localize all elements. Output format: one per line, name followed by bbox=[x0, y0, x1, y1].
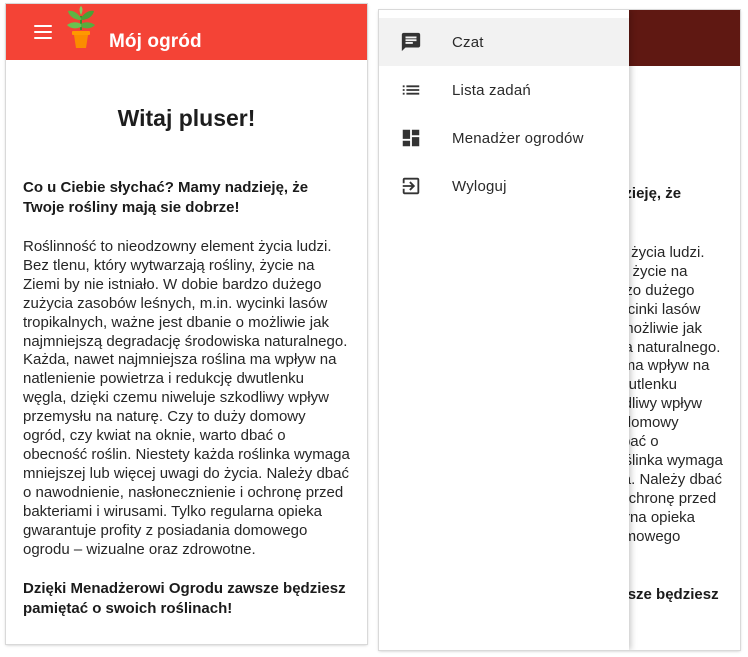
chat-icon bbox=[399, 30, 423, 54]
drawer-item-label: Menadżer ogrodów bbox=[452, 129, 584, 147]
drawer-screen: Witaj pluser! Co u Ciebie słychać? Mamy … bbox=[379, 10, 740, 650]
navigation-drawer: Czat Lista zadań Menadżer ogrodów Wylogu… bbox=[379, 10, 629, 650]
lead-paragraph: Co u Ciebie słychać? Mamy nadzieję, że T… bbox=[23, 179, 309, 216]
drawer-item-task-list[interactable]: Lista zadań bbox=[379, 66, 629, 114]
app-bar: Mój ogród bbox=[6, 4, 367, 60]
drawer-item-label: Wyloguj bbox=[452, 177, 507, 195]
drawer-item-label: Lista zadań bbox=[452, 81, 531, 99]
app-title: Mój ogród bbox=[109, 31, 202, 52]
dashboard-icon bbox=[399, 126, 423, 150]
menu-icon[interactable] bbox=[34, 25, 52, 39]
plant-logo-icon bbox=[67, 6, 95, 48]
list-icon bbox=[399, 78, 423, 102]
drawer-item-logout[interactable]: Wyloguj bbox=[379, 162, 629, 210]
home-screen: Mój ogród Witaj pluser! Co u Ciebie słyc… bbox=[6, 4, 367, 644]
drawer-item-garden-manager[interactable]: Menadżer ogrodów bbox=[379, 114, 629, 162]
drawer-item-chat[interactable]: Czat bbox=[379, 18, 629, 66]
main-content: Witaj pluser! Co u Ciebie słychać? Mamy … bbox=[6, 105, 367, 619]
greeting-heading: Witaj pluser! bbox=[117, 105, 256, 131]
logout-icon bbox=[399, 174, 423, 198]
closing-paragraph: Dzięki Menadżerowi Ogrodu zawsze będzies… bbox=[23, 580, 346, 618]
drawer-item-label: Czat bbox=[452, 33, 484, 51]
body-paragraph: Roślinność to nieodzowny element życia l… bbox=[23, 238, 350, 558]
